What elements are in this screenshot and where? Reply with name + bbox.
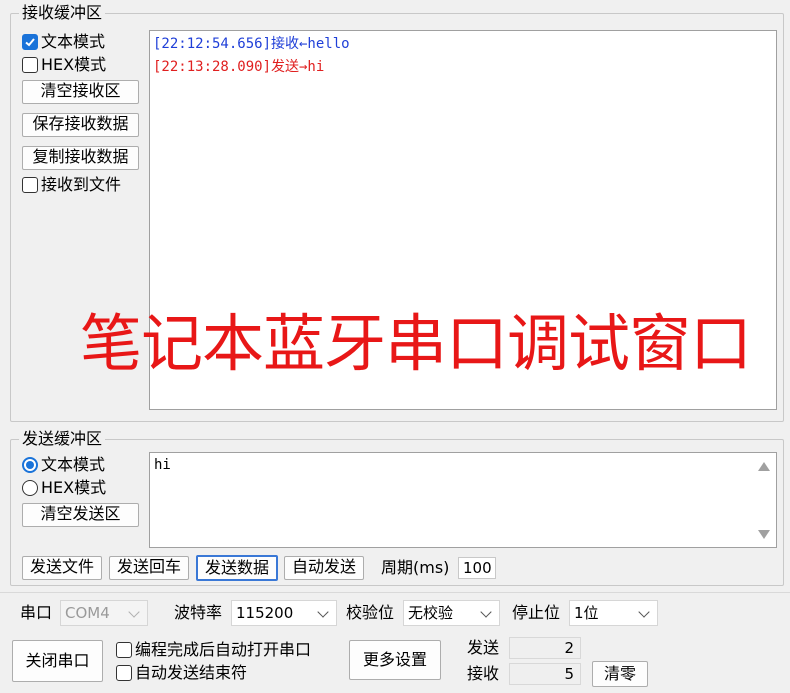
stop-bits-select[interactable]: 1位 bbox=[569, 600, 658, 626]
more-settings-button[interactable]: 更多设置 bbox=[349, 640, 441, 680]
baud-select[interactable]: 115200 bbox=[231, 600, 337, 626]
send-scrollbar[interactable] bbox=[752, 453, 776, 547]
auto-send-button[interactable]: 自动发送 bbox=[284, 556, 364, 580]
chevron-down-icon bbox=[317, 606, 329, 618]
clear-receive-button[interactable]: 清空接收区 bbox=[22, 80, 139, 104]
receive-line: [22:12:54.656]接收←hello bbox=[153, 36, 350, 52]
send-content: hi bbox=[154, 457, 171, 473]
checkbox-unchecked-icon bbox=[22, 177, 38, 193]
send-data-button[interactable]: 发送数据 bbox=[196, 555, 278, 581]
copy-receive-data-button[interactable]: 复制接收数据 bbox=[22, 146, 139, 170]
sent-count-value: 2 bbox=[509, 637, 581, 659]
radio-selected-icon bbox=[22, 457, 38, 473]
receive-line: [22:13:28.090]发送→hi bbox=[153, 59, 325, 75]
checkbox-unchecked-icon bbox=[116, 665, 132, 681]
send-text-mode-radio[interactable]: 文本模式 bbox=[22, 455, 105, 475]
receive-hex-mode-checkbox[interactable]: HEX模式 bbox=[22, 55, 106, 75]
parity-label: 校验位 bbox=[346, 603, 395, 622]
stop-bits-label: 停止位 bbox=[512, 603, 561, 622]
checkbox-unchecked-icon bbox=[116, 642, 132, 658]
parity-select[interactable]: 无校验 bbox=[403, 600, 500, 626]
port-select[interactable]: COM4 bbox=[60, 600, 148, 626]
receive-text-mode-checkbox[interactable]: 文本模式 bbox=[22, 32, 105, 52]
checkbox-checked-icon bbox=[22, 34, 38, 50]
divider bbox=[0, 592, 790, 593]
receive-to-file-label: 接收到文件 bbox=[41, 175, 122, 194]
auto-open-port-checkbox[interactable]: 编程完成后自动打开串口 bbox=[116, 640, 311, 660]
auto-end-char-label: 自动发送结束符 bbox=[135, 663, 248, 682]
clear-counts-button[interactable]: 清零 bbox=[592, 661, 648, 687]
period-label: 周期(ms) bbox=[381, 558, 450, 577]
send-hex-mode-label: HEX模式 bbox=[41, 478, 107, 497]
auto-open-port-label: 编程完成后自动打开串口 bbox=[135, 640, 312, 659]
clear-send-button[interactable]: 清空发送区 bbox=[22, 503, 139, 527]
stop-bits-value: 1位 bbox=[574, 604, 599, 622]
watermark-title: 笔记本蓝牙串口调试窗口 bbox=[80, 307, 752, 380]
close-port-button[interactable]: 关闭串口 bbox=[12, 640, 103, 682]
checkbox-unchecked-icon bbox=[22, 57, 38, 73]
send-file-button[interactable]: 发送文件 bbox=[22, 556, 102, 580]
send-buffer-legend: 发送缓冲区 bbox=[22, 429, 103, 448]
send-text-mode-label: 文本模式 bbox=[41, 455, 106, 474]
radio-unselected-icon bbox=[22, 480, 38, 496]
auto-end-char-checkbox[interactable]: 自动发送结束符 bbox=[116, 663, 247, 683]
chevron-down-icon bbox=[128, 606, 140, 618]
receive-text-mode-label: 文本模式 bbox=[41, 32, 106, 51]
parity-value: 无校验 bbox=[408, 604, 454, 622]
baud-label: 波特率 bbox=[174, 603, 223, 622]
recv-count-label: 接收 bbox=[467, 664, 500, 683]
save-receive-data-button[interactable]: 保存接收数据 bbox=[22, 113, 139, 137]
sent-count-label: 发送 bbox=[467, 638, 500, 657]
chevron-down-icon bbox=[638, 606, 650, 618]
send-enter-button[interactable]: 发送回车 bbox=[109, 556, 189, 580]
scroll-up-icon[interactable] bbox=[758, 462, 770, 471]
period-input[interactable]: 100 bbox=[458, 557, 496, 579]
send-text-area[interactable]: hi bbox=[149, 452, 777, 548]
chevron-down-icon bbox=[480, 606, 492, 618]
receive-hex-mode-label: HEX模式 bbox=[41, 55, 107, 74]
port-value: COM4 bbox=[65, 604, 110, 622]
scroll-down-icon[interactable] bbox=[758, 530, 770, 539]
send-hex-mode-radio[interactable]: HEX模式 bbox=[22, 478, 106, 498]
port-label: 串口 bbox=[20, 603, 53, 622]
recv-count-value: 5 bbox=[509, 663, 581, 685]
receive-to-file-checkbox[interactable]: 接收到文件 bbox=[22, 175, 121, 195]
receive-buffer-legend: 接收缓冲区 bbox=[22, 3, 103, 22]
baud-value: 115200 bbox=[236, 604, 294, 622]
